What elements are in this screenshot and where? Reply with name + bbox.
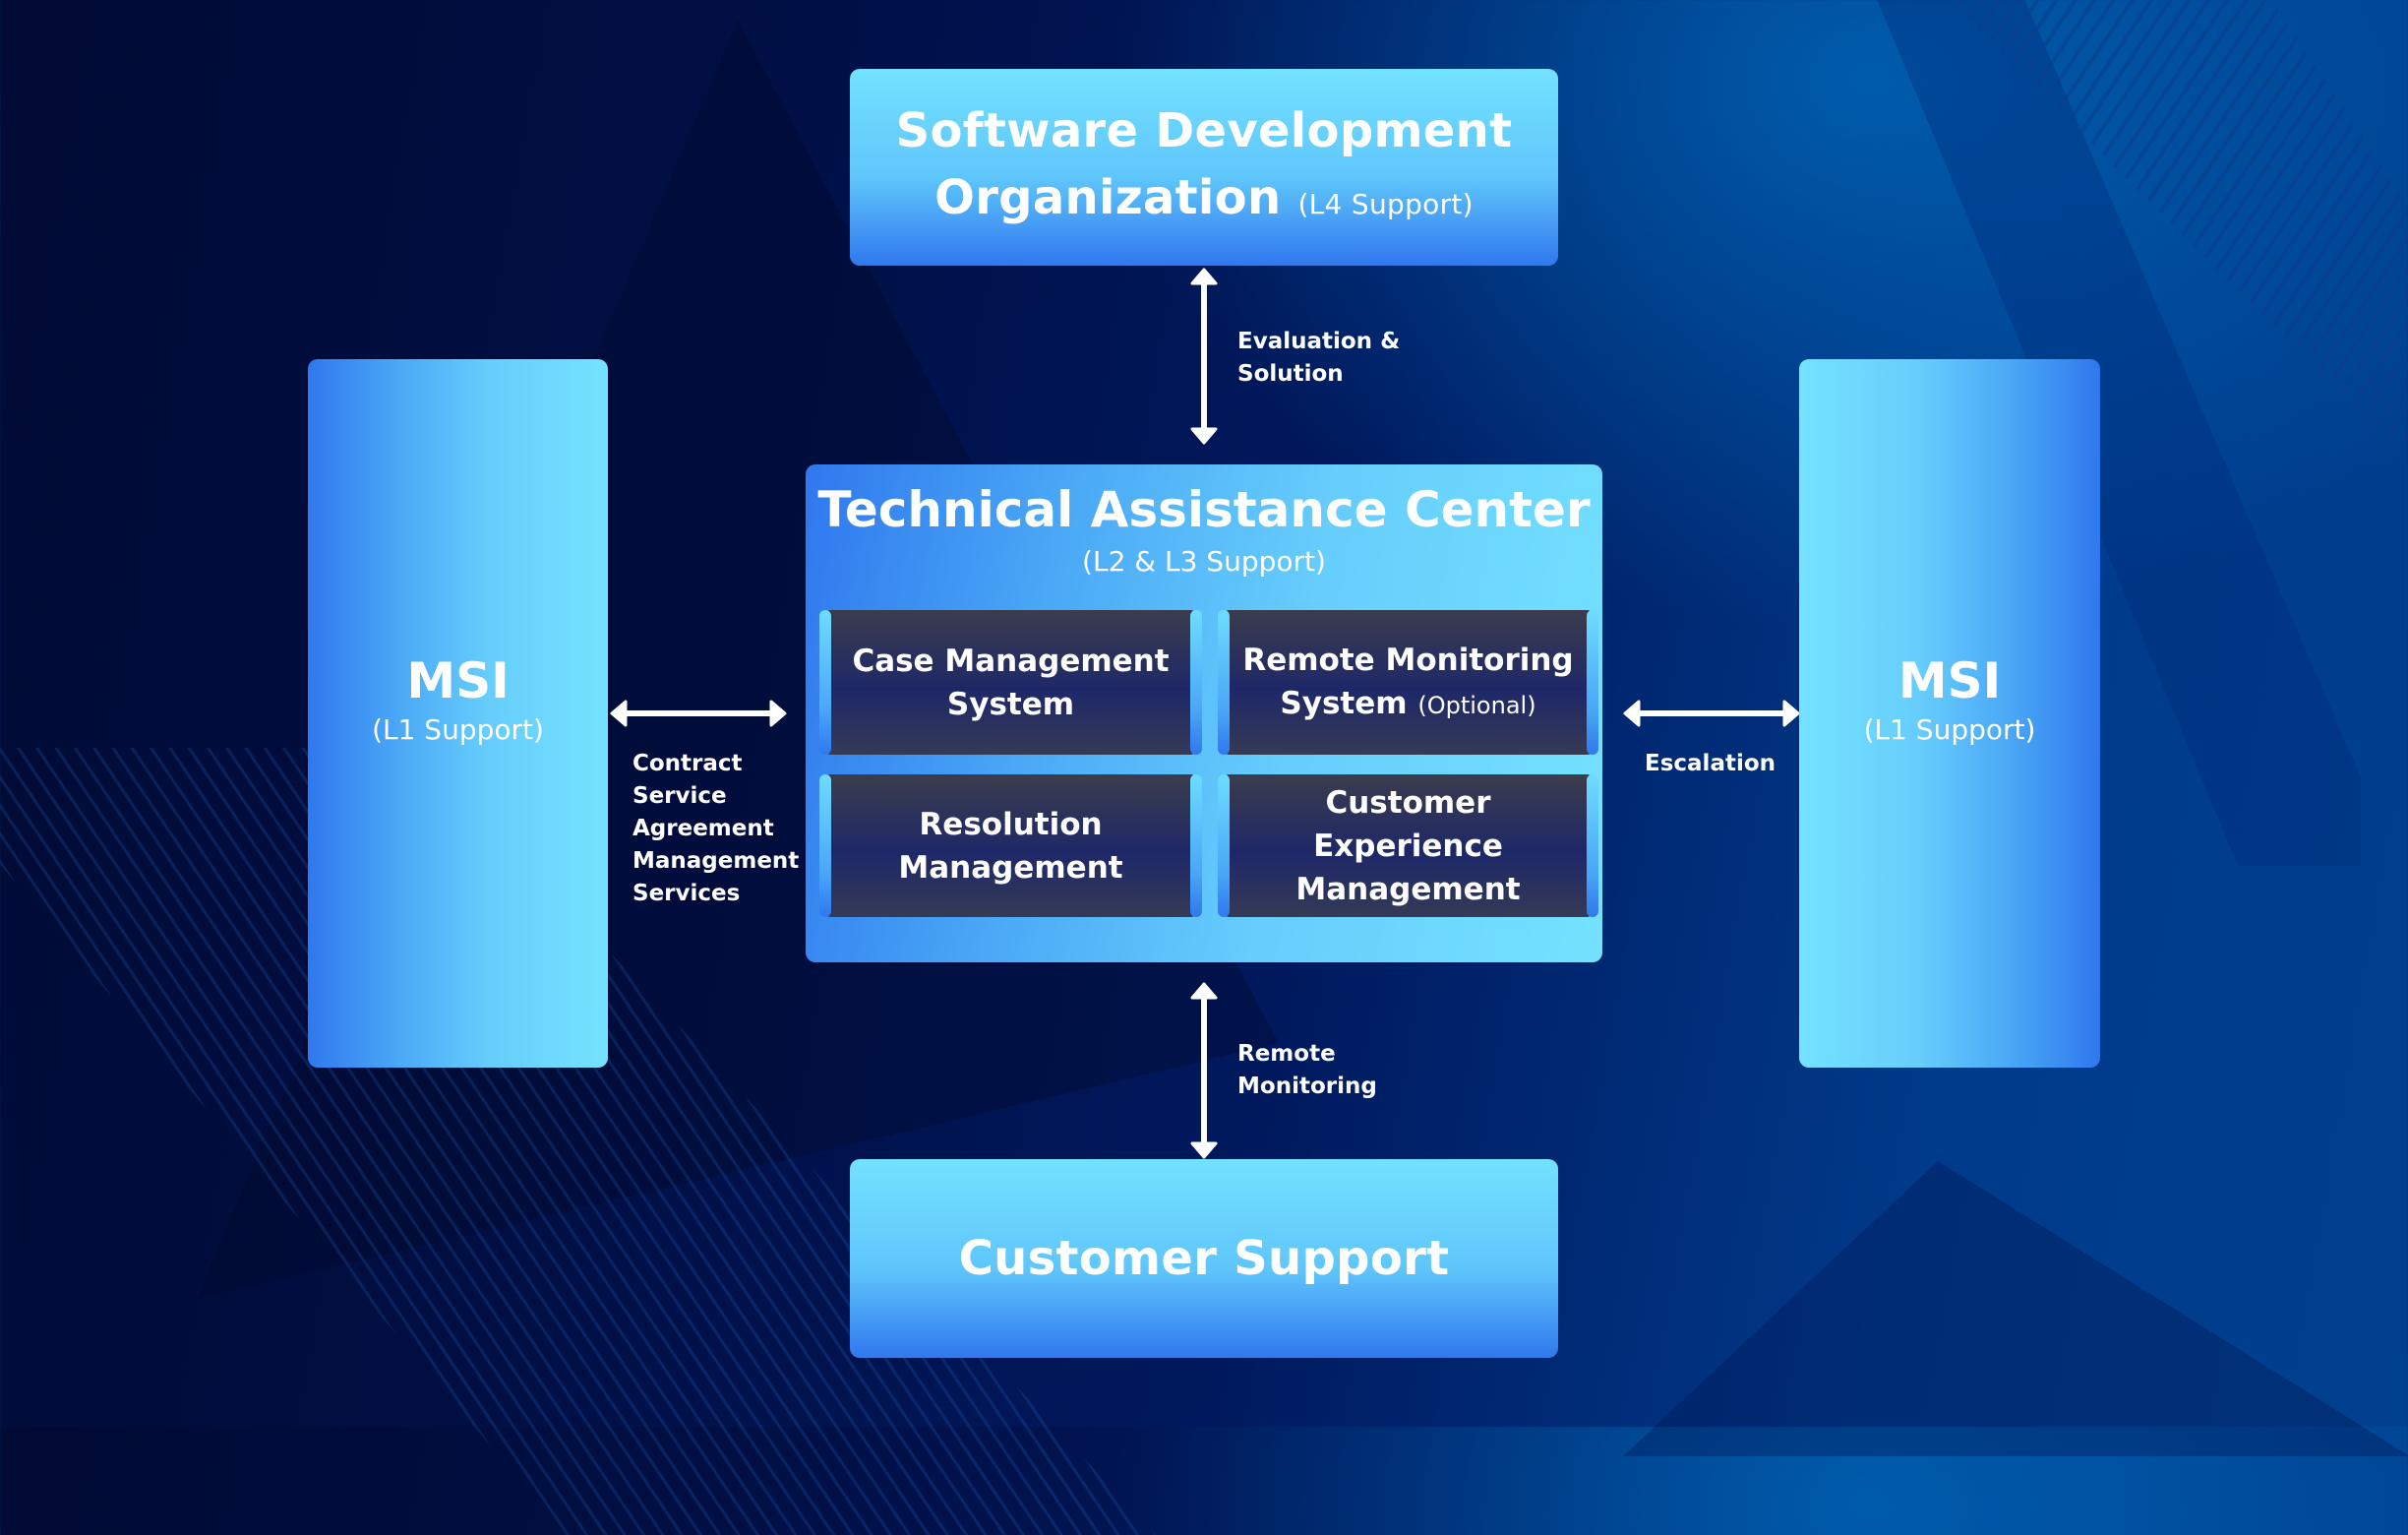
card-4-line3: Management	[1295, 871, 1521, 907]
card-edge-accent	[1190, 774, 1202, 917]
card-edge-accent	[1190, 610, 1202, 755]
background-triangle-bottom-right	[1623, 1161, 2408, 1456]
remote-label-line2: Monitoring	[1237, 1074, 1377, 1099]
optional-note: (Optional)	[1417, 691, 1536, 719]
card-edge-accent	[1587, 610, 1598, 755]
card-1-line2: System	[946, 686, 1075, 722]
card-2-line2: System	[1280, 685, 1408, 721]
sdo-title-line2: Organization	[934, 169, 1282, 225]
card-edge-accent	[819, 610, 831, 755]
tac-title: Technical Assistance Center	[817, 481, 1591, 538]
arrow-left-bidirectional	[610, 700, 787, 727]
resolution-management-card: Resolution Management	[819, 774, 1202, 917]
card-edge-accent	[1218, 774, 1230, 917]
msi-left-title: MSI	[406, 651, 510, 709]
card-1-line1: Case Management	[852, 643, 1170, 679]
arrow-right-bidirectional	[1623, 700, 1800, 727]
evaluation-label-line1: Evaluation &	[1237, 329, 1401, 354]
customer-experience-management-card: Customer Experience Management	[1218, 774, 1598, 917]
msi-right-title: MSI	[1897, 651, 2002, 709]
tac-subtitle: (L2 & L3 Support)	[1082, 545, 1326, 578]
escalation-label: Escalation	[1645, 751, 1776, 776]
contract-label-line: Contract	[632, 751, 743, 776]
case-management-system-card: Case Management System	[819, 610, 1202, 755]
arrow-top-bidirectional	[1190, 268, 1218, 445]
card-edge-accent	[1587, 774, 1598, 917]
evaluation-label-line2: Solution	[1237, 361, 1344, 387]
card-4-line1: Customer	[1325, 784, 1491, 821]
card-edge-accent	[1218, 610, 1230, 755]
card-edge-accent	[819, 774, 831, 917]
card-4-line2: Experience	[1313, 828, 1503, 864]
msi-left-subtitle: (L1 Support)	[372, 712, 544, 746]
contract-label-line: Services	[632, 881, 741, 906]
card-3-line1: Resolution	[919, 806, 1103, 842]
customer-support-title: Customer Support	[958, 1231, 1450, 1286]
card-2-line1: Remote Monitoring	[1242, 642, 1574, 678]
contract-label-line: Service	[632, 783, 727, 809]
sdo-title-line1: Software Development	[895, 102, 1513, 158]
arrow-bottom-bidirectional	[1190, 982, 1218, 1159]
msi-right-subtitle: (L1 Support)	[1863, 712, 2036, 746]
remote-monitoring-label: Remote Monitoring	[1237, 1038, 1377, 1103]
contract-services-label: Contract Service Agreement Management Se…	[632, 748, 799, 910]
sdo-support-level: (L4 Support)	[1297, 187, 1474, 220]
evaluation-solution-label: Evaluation & Solution	[1237, 326, 1400, 391]
msi-right-box: MSI (L1 Support)	[1799, 359, 2100, 1068]
msi-left-box: MSI (L1 Support)	[308, 359, 608, 1068]
software-development-organization-box: Software Development Organization (L4 Su…	[850, 69, 1558, 266]
remote-label-line1: Remote	[1237, 1041, 1336, 1067]
remote-monitoring-system-card: Remote Monitoring System (Optional)	[1218, 610, 1598, 755]
customer-support-box: Customer Support	[850, 1159, 1558, 1358]
sdo-title-line2-row: Organization (L4 Support)	[934, 164, 1474, 238]
card-3-line2: Management	[898, 849, 1123, 886]
contract-label-line: Management	[632, 848, 800, 874]
card-2-line2-row: System (Optional)	[1280, 682, 1535, 727]
contract-label-line: Agreement	[632, 816, 774, 841]
